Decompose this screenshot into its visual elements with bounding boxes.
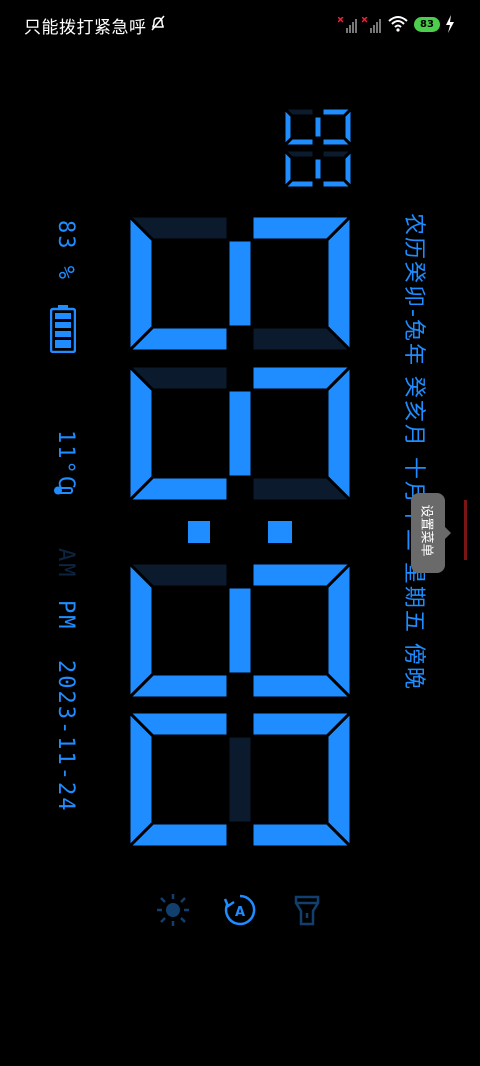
hour-ones-digit-segment-g (226, 585, 254, 676)
battery-percent: 83 % (53, 220, 78, 281)
flashlight-icon[interactable] (290, 893, 324, 927)
minute-ones-digit-segment-g (226, 238, 254, 329)
edge-handle[interactable] (464, 500, 467, 560)
am-indicator: AM (53, 548, 78, 579)
date-text: 2023-11-24 (53, 660, 78, 813)
second-ones-digit-segment-g (312, 114, 324, 140)
sun-icon[interactable] (156, 893, 190, 927)
battery-full-icon (50, 305, 76, 353)
settings-menu-button[interactable]: 设置菜单 (411, 493, 445, 573)
colon-dot-upper (268, 521, 292, 543)
floating-arrow (445, 527, 451, 539)
svg-text:A: A (235, 905, 245, 920)
thermometer-icon (54, 486, 73, 495)
pm-indicator: PM (53, 600, 78, 631)
lunar-calendar-text: 农历癸卯-兔年 癸亥月 十月十二 星期五 傍晚 (401, 213, 426, 691)
second-tens-digit-segment-g (312, 156, 324, 182)
colon-dot-lower (188, 521, 210, 543)
auto-rotate-icon[interactable]: A (223, 893, 257, 927)
hour-tens-digit-segment-g (226, 734, 254, 825)
settings-menu-label: 设置菜单 (418, 504, 434, 557)
minute-tens-digit-segment-g (226, 388, 254, 479)
